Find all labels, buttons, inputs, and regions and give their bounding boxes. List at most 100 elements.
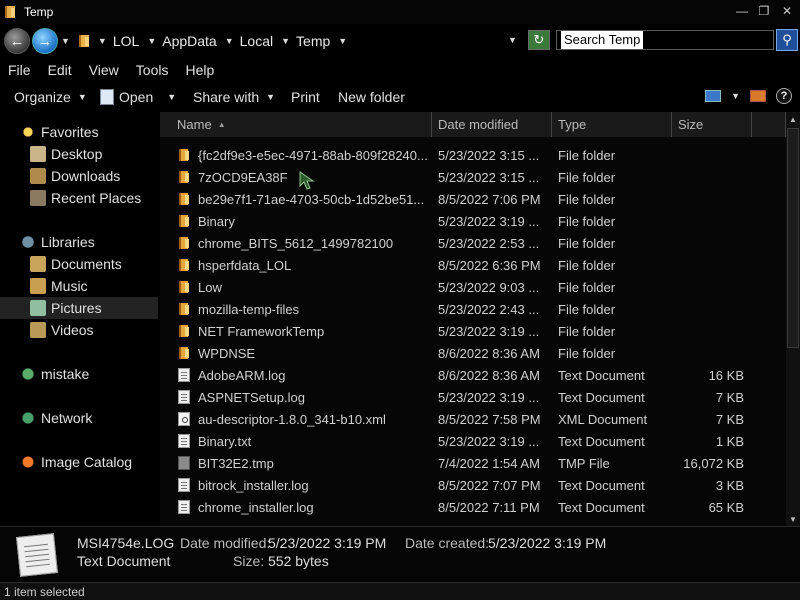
text-file-icon: [178, 390, 190, 404]
column-header-type[interactable]: Type: [552, 112, 672, 137]
nav-music[interactable]: Music: [30, 278, 88, 294]
breadcrumb-temp[interactable]: Temp: [296, 33, 330, 49]
table-row[interactable]: Binary.txt 5/23/2022 3:19 ... Text Documen…: [160, 430, 786, 452]
table-row[interactable]: BIT32E2.tmp 7/4/2022 1:54 AM TMP File 16,07…: [160, 452, 786, 474]
cell-name: au-descriptor-1.8.0_341-b10.xml: [160, 412, 432, 427]
preview-pane-icon[interactable]: [750, 90, 766, 102]
nav-recent-places[interactable]: Recent Places: [30, 190, 141, 206]
recent-pages-dropdown[interactable]: ▼: [61, 36, 70, 46]
change-view-icon[interactable]: [705, 90, 722, 102]
table-row[interactable]: 7zOCD9EA38F 5/23/2022 3:15 ... File folder: [160, 166, 786, 188]
organize-label: Organize: [14, 89, 71, 105]
menu-file[interactable]: File: [8, 62, 31, 78]
breadcrumb-lol[interactable]: LOL: [113, 33, 139, 49]
column-header-extra[interactable]: [752, 112, 786, 137]
table-row[interactable]: hsperfdata_LOL 8/5/2022 6:36 PM File folde…: [160, 254, 786, 276]
address-history-dropdown[interactable]: ▼: [508, 35, 517, 45]
nav-network-label: Network: [41, 410, 93, 426]
folder-icon: [178, 346, 190, 360]
folder-icon: [78, 34, 90, 48]
file-name: 7zOCD9EA38F: [198, 169, 288, 185]
nav-recent-places-label: Recent Places: [51, 190, 142, 206]
file-name: BIT32E2.tmp: [198, 455, 274, 471]
cell-name: chrome_BITS_5612_1499782100: [160, 236, 432, 251]
print-button[interactable]: Print: [291, 89, 320, 105]
cell-type: File folder: [558, 323, 616, 339]
cell-name: NET FrameworkTemp: [160, 324, 432, 339]
breadcrumb-appdata[interactable]: AppData: [162, 33, 216, 49]
search-input[interactable]: Search Temp: [556, 30, 774, 50]
menu-help[interactable]: Help: [185, 62, 214, 78]
search-button[interactable]: ⚲: [776, 29, 798, 51]
share-with-label: Share with: [193, 89, 260, 105]
close-button[interactable]: ✕: [776, 2, 798, 20]
chevron-down-icon[interactable]: ▼: [167, 92, 176, 102]
chevron-down-icon[interactable]: ▼: [225, 36, 234, 46]
scroll-thumb[interactable]: [787, 128, 799, 348]
details-date-created-label: Date created:: [405, 535, 490, 551]
table-row[interactable]: Low 5/23/2022 9:03 ... File folder: [160, 276, 786, 298]
table-row[interactable]: WPDNSE 8/6/2022 8:36 AM File folder: [160, 342, 786, 364]
menu-edit[interactable]: Edit: [48, 62, 72, 78]
table-row[interactable]: {fc2df9e3-e5ec-4971-88ab-809f28240... 5/2…: [160, 144, 786, 166]
text-file-icon: [178, 434, 190, 448]
table-row[interactable]: NET FrameworkTemp 5/23/2022 3:19 ... File …: [160, 320, 786, 342]
new-folder-button[interactable]: New folder: [338, 89, 405, 105]
nav-network[interactable]: Network: [20, 410, 92, 426]
nav-favorites[interactable]: Favorites: [20, 124, 99, 140]
nav-downloads[interactable]: Downloads: [30, 168, 120, 184]
chevron-down-icon[interactable]: ▼: [338, 36, 347, 46]
back-button[interactable]: ←: [4, 28, 30, 54]
table-row[interactable]: be29e7f1-71ae-4703-50cb-1d52be51... 8/5/2…: [160, 188, 786, 210]
print-label: Print: [291, 89, 320, 105]
nav-videos-label: Videos: [51, 322, 94, 338]
forward-button[interactable]: →: [32, 28, 58, 54]
table-row[interactable]: bitrock_installer.log 8/5/2022 7:07 PM Tex…: [160, 474, 786, 496]
menu-tools[interactable]: Tools: [136, 62, 169, 78]
table-row[interactable]: AdobeARM.log 8/6/2022 8:36 AM Text Documen…: [160, 364, 786, 386]
file-name: Binary.txt: [198, 433, 252, 449]
refresh-button[interactable]: ↻: [528, 30, 550, 50]
table-row[interactable]: chrome_installer.log 8/5/2022 7:11 PM Text…: [160, 496, 786, 518]
menu-view[interactable]: View: [89, 62, 119, 78]
nav-homegroup[interactable]: mistake: [20, 366, 89, 382]
nav-libraries-label: Libraries: [41, 234, 95, 250]
chevron-down-icon[interactable]: ▼: [281, 36, 290, 46]
scroll-down-icon[interactable]: ▼: [786, 512, 800, 526]
file-name: AdobeARM.log: [198, 367, 286, 383]
chevron-down-icon[interactable]: ▼: [147, 36, 156, 46]
open-button[interactable]: Open ▼: [100, 89, 176, 105]
table-row[interactable]: au-descriptor-1.8.0_341-b10.xml 8/5/2022 …: [160, 408, 786, 430]
nav-desktop[interactable]: Desktop: [30, 146, 102, 162]
xml-file-icon: [178, 412, 190, 426]
minimize-button[interactable]: —: [732, 2, 752, 20]
status-text: 1 item selected: [4, 584, 85, 599]
breadcrumb-local[interactable]: Local: [240, 33, 273, 49]
nav-pictures[interactable]: Pictures: [30, 300, 102, 316]
nav-documents[interactable]: Documents: [30, 256, 122, 272]
maximize-button[interactable]: ❐: [754, 2, 774, 20]
cell-type: File folder: [558, 147, 616, 163]
nav-image-catalog[interactable]: Image Catalog: [20, 454, 132, 470]
nav-videos[interactable]: Videos: [30, 322, 94, 338]
details-filetype: Text Document: [77, 553, 171, 569]
details-date-modified-label: Date modified:: [180, 535, 271, 551]
table-row[interactable]: mozilla-temp-files 5/23/2022 2:43 ... File…: [160, 298, 786, 320]
table-row[interactable]: chrome_BITS_5612_1499782100 5/23/2022 2:5…: [160, 232, 786, 254]
chevron-down-icon[interactable]: ▼: [731, 91, 740, 101]
organize-button[interactable]: Organize ▼: [14, 89, 87, 105]
table-row[interactable]: ASPNETSetup.log 5/23/2022 3:19 ... Text Do…: [160, 386, 786, 408]
column-header-date-modified[interactable]: Date modified: [432, 112, 552, 137]
chevron-down-icon[interactable]: ▼: [98, 36, 107, 46]
file-name: NET FrameworkTemp: [198, 323, 325, 339]
share-with-button[interactable]: Share with ▼: [193, 89, 275, 105]
vertical-scrollbar[interactable]: ▲ ▼: [786, 112, 800, 526]
file-list: Name ▲ Date modified Type Size {fc2df9e3-…: [160, 112, 786, 526]
nav-libraries[interactable]: Libraries: [20, 234, 95, 250]
scroll-up-icon[interactable]: ▲: [786, 112, 800, 126]
table-row[interactable]: Binary 5/23/2022 3:19 ... File folder: [160, 210, 786, 232]
column-header-name[interactable]: Name ▲: [160, 112, 432, 137]
column-header-size[interactable]: Size: [672, 112, 752, 137]
tmp-file-icon: [178, 456, 190, 470]
help-icon[interactable]: ?: [776, 88, 792, 104]
